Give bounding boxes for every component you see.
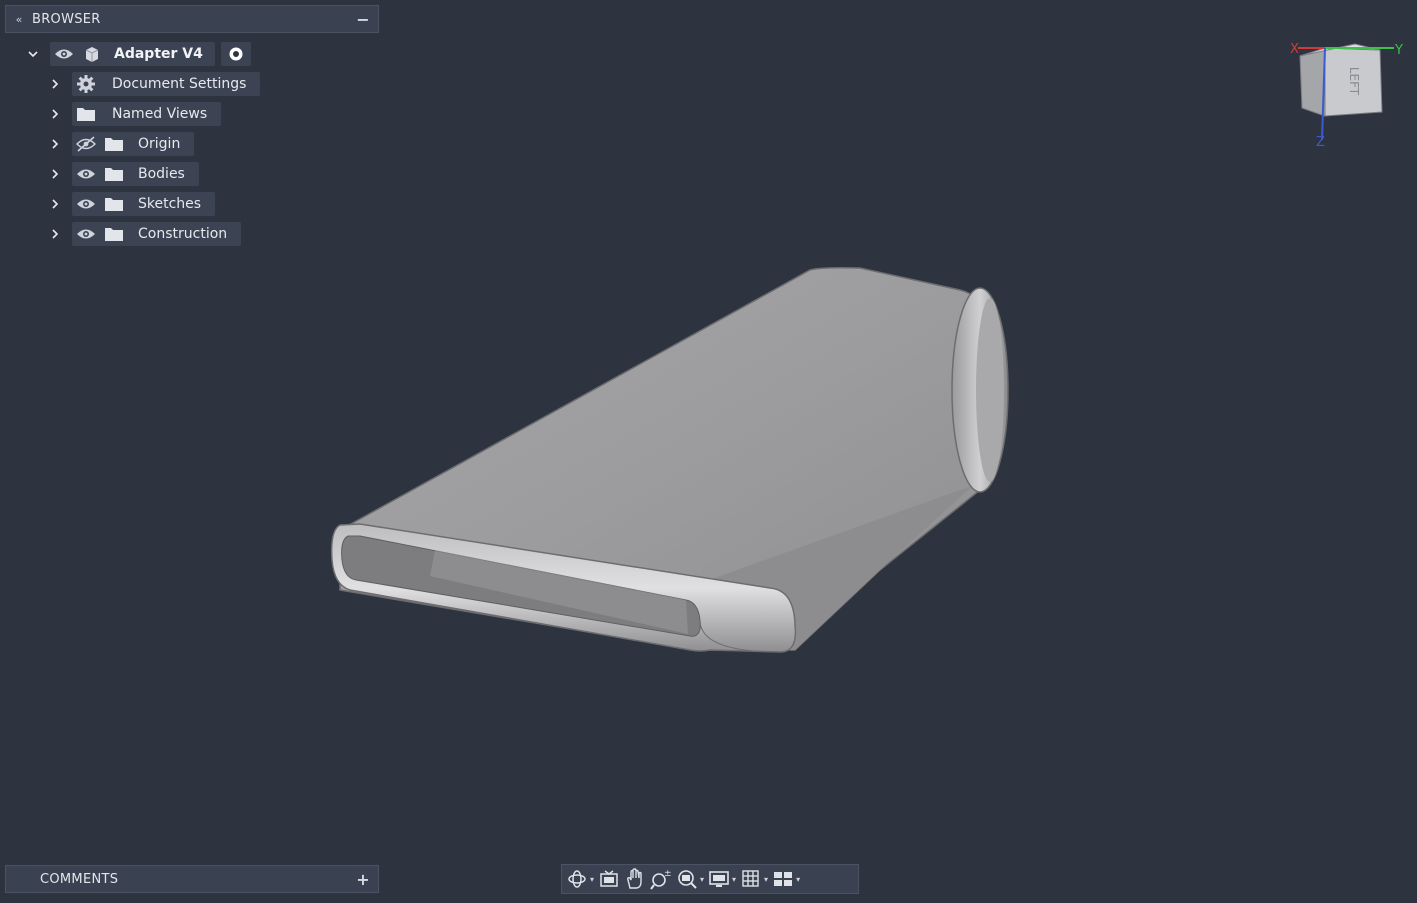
viewcube-face-label: LEFT: [1347, 67, 1361, 96]
tree-item-origin[interactable]: Origin: [48, 132, 195, 156]
look-at-tool[interactable]: [598, 865, 620, 893]
zoom-window-icon: [678, 870, 697, 889]
chevron-down-icon[interactable]: [26, 47, 40, 61]
tree-item-sketches[interactable]: Sketches: [48, 192, 216, 216]
activate-component-radio[interactable]: [220, 42, 251, 66]
root-component[interactable]: Adapter V4: [50, 42, 215, 66]
tree-item-document-settings[interactable]: Document Settings: [48, 72, 261, 96]
eye-icon[interactable]: [72, 162, 100, 186]
display-settings-tool[interactable]: ▾: [708, 865, 736, 893]
tree-item-named-views[interactable]: Named Views: [48, 102, 222, 126]
grid-tool[interactable]: ▾: [740, 865, 768, 893]
orbit-icon: [568, 870, 586, 888]
comments-title: COMMENTS: [40, 871, 119, 887]
chevron-right-icon[interactable]: [48, 137, 62, 151]
chevron-right-icon[interactable]: [48, 77, 62, 91]
svg-text:±: ±: [664, 869, 672, 879]
root-component-label: Adapter V4: [114, 46, 203, 62]
named-views-node[interactable]: Named Views: [72, 102, 222, 126]
eye-hidden-icon[interactable]: [72, 132, 100, 156]
pan-icon: [627, 868, 642, 889]
bodies-label: Bodies: [138, 166, 185, 182]
viewports-dropdown-icon[interactable]: ▾: [796, 875, 800, 884]
axis-x-label: X: [1290, 42, 1299, 57]
gear-icon: [72, 72, 100, 96]
folder-icon: [100, 132, 128, 156]
browser-title: BROWSER: [32, 11, 101, 27]
eye-icon[interactable]: [50, 42, 78, 66]
axis-y-label: Y: [1394, 43, 1403, 58]
tree-item-construction[interactable]: Construction: [48, 222, 242, 246]
sketches-node[interactable]: Sketches: [72, 192, 216, 216]
origin-label: Origin: [138, 136, 181, 152]
construction-node[interactable]: Construction: [72, 222, 242, 246]
look-at-icon: [600, 870, 618, 887]
comments-panel-header: COMMENTS +: [5, 865, 379, 893]
display-dropdown-icon[interactable]: ▾: [732, 875, 736, 884]
document-settings-label: Document Settings: [112, 76, 247, 92]
collapse-panel-icon[interactable]: «: [6, 13, 32, 26]
component-cube-icon: [78, 42, 106, 66]
zoom-icon: ±: [650, 869, 672, 890]
chevron-right-icon[interactable]: [48, 197, 62, 211]
orbit-dropdown-icon[interactable]: ▾: [590, 875, 594, 884]
eye-icon[interactable]: [72, 222, 100, 246]
display-settings-icon: [709, 871, 729, 887]
sketches-label: Sketches: [138, 196, 202, 212]
folder-icon: [100, 192, 128, 216]
zoom-tool[interactable]: ±: [650, 865, 672, 893]
chevron-right-icon[interactable]: [48, 227, 62, 241]
chevron-right-icon[interactable]: [48, 167, 62, 181]
tree-root-row[interactable]: Adapter V4: [26, 42, 251, 66]
viewcube-navigator[interactable]: LEFT X Y Z: [1280, 36, 1410, 151]
adapter-3d-model[interactable]: [300, 240, 1040, 680]
axis-z-label: Z: [1316, 135, 1325, 150]
document-settings-node[interactable]: Document Settings: [72, 72, 261, 96]
grid-dropdown-icon[interactable]: ▾: [764, 875, 768, 884]
viewports-icon: [774, 872, 793, 886]
viewports-tool[interactable]: ▾: [772, 865, 800, 893]
named-views-label: Named Views: [112, 106, 208, 122]
viewcube-front-face: [1299, 47, 1326, 117]
folder-icon: [100, 222, 128, 246]
root-visibility[interactable]: [50, 42, 106, 66]
orbit-tool[interactable]: ▾: [566, 865, 594, 893]
tree-item-bodies[interactable]: Bodies: [48, 162, 199, 186]
grid-icon: [742, 870, 759, 887]
fusion-app-window: « BROWSER − Adapter V4 Document Settings…: [0, 0, 1417, 903]
add-comment-button[interactable]: +: [348, 870, 378, 889]
minimize-browser-button[interactable]: −: [348, 10, 378, 29]
navigation-toolbar: ▾ ± ▾ ▾ ▾ ▾: [561, 864, 859, 894]
eye-icon[interactable]: [72, 192, 100, 216]
folder-icon: [72, 102, 100, 126]
chevron-right-icon[interactable]: [48, 107, 62, 121]
pan-tool[interactable]: [624, 865, 646, 893]
bodies-node[interactable]: Bodies: [72, 162, 199, 186]
construction-label: Construction: [138, 226, 228, 242]
zoom-dropdown-icon[interactable]: ▾: [700, 875, 704, 884]
origin-node[interactable]: Origin: [72, 132, 195, 156]
browser-panel-header: « BROWSER −: [5, 5, 379, 33]
zoom-window-tool[interactable]: ▾: [676, 865, 704, 893]
folder-icon: [100, 162, 128, 186]
